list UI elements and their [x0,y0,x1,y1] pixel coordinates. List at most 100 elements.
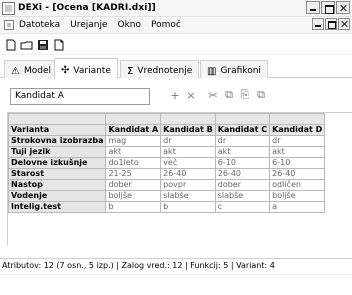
cell-value[interactable]: odličen [269,179,326,191]
window-controls [306,1,352,16]
cell-value[interactable]: a [269,201,326,213]
new-document-button[interactable] [3,38,19,52]
cell-value[interactable]: dober [214,179,271,191]
cell-value[interactable]: 26-40 [214,168,271,180]
attribute-name: Intelig.test [7,201,107,213]
cell-value[interactable]: slabše [214,190,271,202]
main-menu: Datoteka Urejanje Okno Pomoč [18,20,182,30]
cell-value[interactable]: do1leto [105,157,162,169]
header-variant-b[interactable]: Kandidat B [160,124,216,136]
chart-icon: ▥ [207,65,217,77]
tab-variante[interactable]: ✣ Variante [54,58,118,79]
delete-variant-icon: × [186,88,196,102]
table-top-empty-row [7,113,326,125]
cell-value[interactable]: 6-10 [214,157,271,169]
variant-name-input[interactable]: Kandidat A [10,88,150,105]
menu-urejanje[interactable]: Urejanje [69,20,108,30]
tab-variante-label: Variante [73,65,111,76]
window-title: DEXi - [Ocena [KADRI.dxi]] [18,3,156,13]
cell-value[interactable]: boljše [269,190,326,202]
print-button[interactable] [51,38,67,52]
new-document-icon [6,39,16,51]
cut-button[interactable]: ✂ [206,88,220,102]
cell-value[interactable]: akt [105,146,162,158]
save-button[interactable] [35,38,51,52]
dexi-app-icon[interactable] [2,2,15,15]
variants-table: Varianta Kandidat A Kandidat B Kandidat … [7,113,326,213]
attribute-name: Vodenje [7,190,107,202]
table-header-row: Varianta Kandidat A Kandidat B Kandidat … [7,124,326,136]
document-restore-button[interactable] [325,18,337,30]
cut-icon: ✂ [208,88,218,102]
menu-pomoc[interactable]: Pomoč [150,20,182,30]
variants-icon: ✣ [61,65,70,76]
cell-value[interactable]: akt [214,146,271,158]
cell-value[interactable]: mag [105,135,162,147]
open-button[interactable] [19,38,35,52]
document-minimize-button[interactable] [312,18,324,30]
paste-icon: ⎘ [240,88,250,101]
table-row: Delovne izkušnje do1leto več 6-10 6-10 [7,157,326,169]
cell-value[interactable]: slabše [160,190,216,202]
empty-header-cell [214,113,271,125]
save-icon [38,40,48,50]
cell-value[interactable]: b [105,201,162,213]
cell-value[interactable]: več [160,157,216,169]
triangle-model-icon: ⚠ [11,65,20,77]
header-variant-c[interactable]: Kandidat C [214,124,271,136]
maximize-button[interactable] [321,1,335,14]
header-variant-d[interactable]: Kandidat D [269,124,326,136]
attribute-name: Strokovna izobrazba [7,135,107,147]
tab-model-label: Model [23,66,51,76]
empty-header-cell [7,113,107,125]
cell-value[interactable]: akt [160,146,216,158]
print-icon [54,39,64,51]
open-folder-icon [20,41,33,50]
cell-value[interactable]: 21-25 [105,168,162,180]
delete-variant-button[interactable]: × [184,88,198,102]
cell-value[interactable]: dr [214,135,271,147]
attribute-name: Nastop [7,179,107,191]
table-row: Nastop dober povpr dober odličen [7,179,326,191]
empty-header-cell [160,113,216,125]
close-button[interactable] [336,1,350,14]
document-close-button[interactable] [338,18,350,30]
table-row: Vodenje boljše slabše slabše boljše [7,190,326,202]
paste-button[interactable]: ⎘ [238,88,252,102]
tab-model[interactable]: ⚠ Model [4,60,58,78]
attribute-name: Tuji jezik [7,146,107,158]
cell-value[interactable]: 26-40 [269,168,326,180]
cell-value[interactable]: akt [269,146,326,158]
cell-value[interactable]: boljše [105,190,162,202]
tab-vrednotenje[interactable]: Σ Vrednotenje [120,60,200,78]
table-row: Strokovna izobrazba mag dr dr dr [7,135,326,147]
tab-vrednotenje-label: Vrednotenje [137,66,193,76]
add-variant-button[interactable]: + [168,88,182,102]
bottom-area [0,274,352,295]
table-row: Tuji jezik akt akt akt akt [7,146,326,158]
header-varianta: Varianta [7,124,107,136]
cell-value[interactable]: dr [160,135,216,147]
cell-value[interactable]: 26-40 [160,168,216,180]
document-system-menu-icon[interactable] [4,20,14,30]
duplicate-button[interactable]: ⧉ [254,88,268,102]
cell-value[interactable]: c [214,201,271,213]
cell-value[interactable]: dober [105,179,162,191]
empty-header-cell [269,113,326,125]
cell-value[interactable]: b [160,201,216,213]
menu-okno[interactable]: Okno [117,20,143,30]
menu-datoteka[interactable]: Datoteka [18,20,61,30]
minimize-button[interactable] [306,1,320,14]
cell-value[interactable]: povpr [160,179,216,191]
status-bar: Atributov: 12 (7 osn., 5 izp.) | Zalog v… [0,258,352,273]
table-row: Starost 21-25 26-40 26-40 26-40 [7,168,326,180]
tab-grafikoni[interactable]: ▥ Grafikoni [200,60,268,78]
sigma-icon: Σ [127,65,134,77]
header-variant-a[interactable]: Kandidat A [105,124,162,136]
cell-value[interactable]: dr [269,135,326,147]
copy-button[interactable]: ⧉ [222,88,236,102]
add-variant-icon: + [170,88,180,102]
attribute-name: Starost [7,168,107,180]
cell-value[interactable]: 6-10 [269,157,326,169]
duplicate-icon: ⧉ [257,88,265,101]
